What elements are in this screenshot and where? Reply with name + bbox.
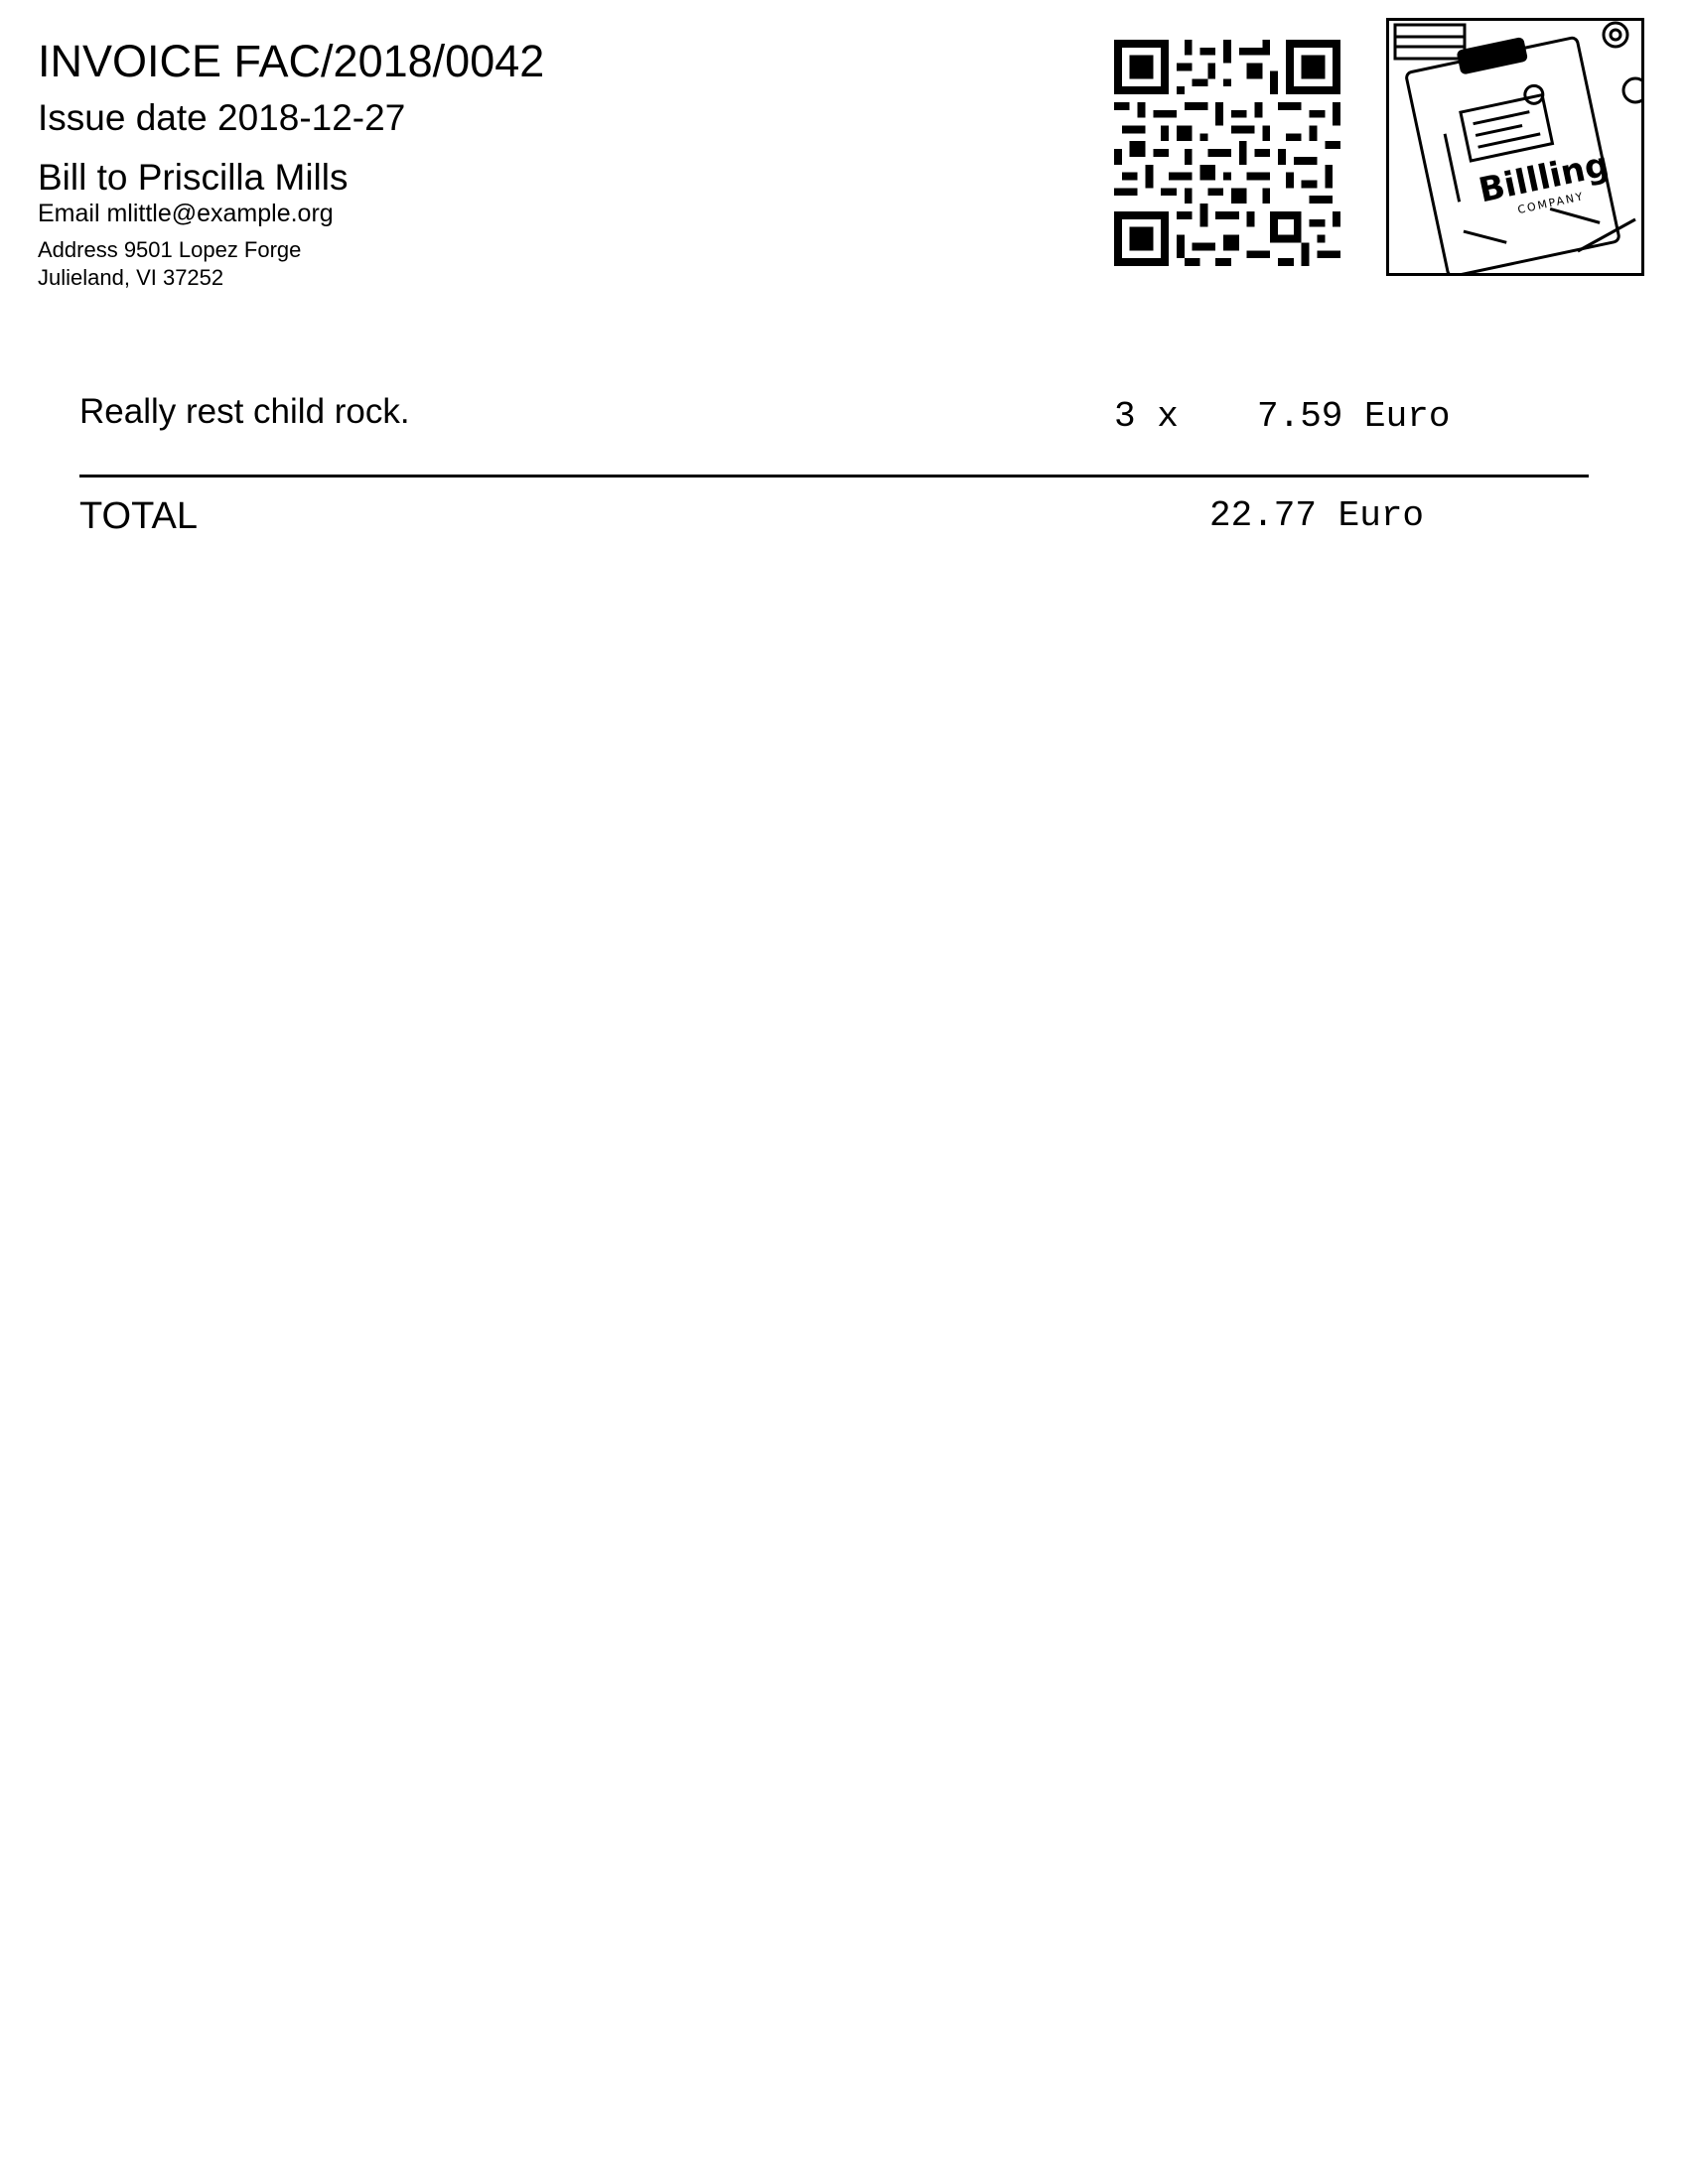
logo-illustration: Billling COMPANY: [1389, 21, 1641, 273]
line-item-quantity: 3 x: [1114, 396, 1179, 437]
line-item-description: Really rest child rock.: [79, 392, 410, 431]
line-item-price: 7.59 Euro: [1257, 396, 1451, 437]
address-line-2: Julieland, VI 37252: [38, 265, 224, 290]
issue-date: Issue date 2018-12-27: [38, 97, 406, 138]
total-value: 22.77 Euro: [1209, 495, 1425, 536]
customer-email: Email mlittle@example.org: [38, 200, 334, 227]
total-label: TOTAL: [79, 495, 198, 537]
invoice-title: INVOICE FAC/2018/0042: [38, 36, 545, 86]
qr-code-icon: [1114, 40, 1340, 266]
address-line-1: Address 9501 Lopez Forge: [38, 237, 302, 262]
bill-to: Bill to Priscilla Mills: [38, 157, 349, 198]
company-logo: Billling COMPANY: [1386, 18, 1644, 276]
total-divider: [79, 475, 1589, 478]
